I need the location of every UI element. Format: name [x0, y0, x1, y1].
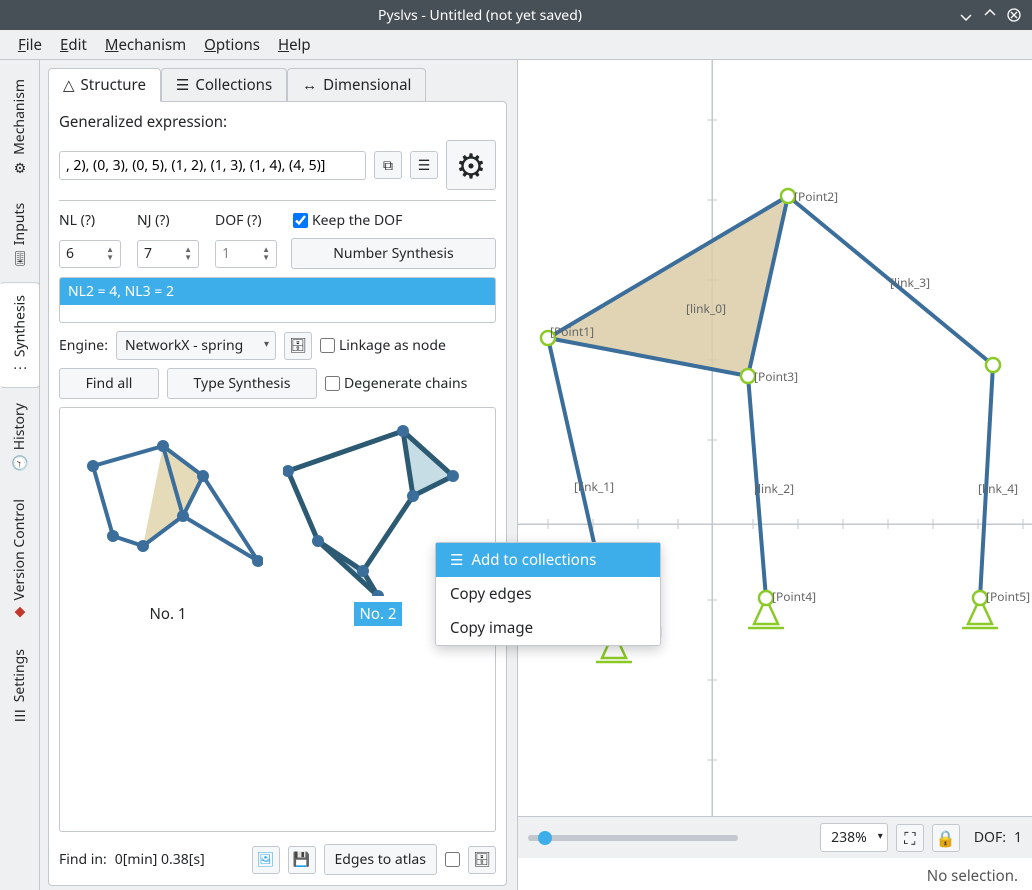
main-canvas[interactable]: /*ticks generated inline below*/	[518, 60, 1032, 890]
label-link0: [link_0]	[686, 300, 726, 317]
label-point2: [Point2]	[794, 188, 838, 205]
list-item[interactable]: NL2 = 4, NL3 = 2	[60, 278, 495, 305]
save-icon[interactable]: 💾	[288, 846, 316, 874]
menu-copy-edges[interactable]: Copy edges	[436, 577, 660, 611]
generalized-label: Generalized expression:	[59, 112, 496, 132]
db-icon-2[interactable]: 🗄	[468, 846, 496, 874]
close-icon[interactable]	[1004, 5, 1024, 25]
label-link1: [link_1]	[574, 478, 614, 495]
synthesis-panel: △ Structure ☰ Collections ↔ Dimensional …	[40, 60, 518, 890]
vtab-settings[interactable]: ☰ Settings	[0, 636, 39, 735]
label-point1: [Point1]	[550, 323, 594, 340]
copy-icon[interactable]: ⧉	[374, 151, 402, 179]
dof-label-synth: DOF (?)	[215, 211, 277, 230]
window-title: Pyslvs - Untitled (not yet saved)	[8, 6, 952, 25]
vertical-tabbar: ⚙ Mechanism 🎚 Inputs ⋮ Synthesis 🕓 Histo…	[0, 60, 40, 890]
stack-icon: ☰	[450, 550, 463, 570]
stack-icon: ☰	[176, 75, 189, 95]
synthesis-result-list[interactable]: NL2 = 4, NL3 = 2	[59, 277, 496, 323]
minimize-icon[interactable]	[956, 5, 976, 25]
menu-edit[interactable]: Edit	[52, 31, 95, 59]
maximize-icon[interactable]	[980, 5, 1000, 25]
dof-label: DOF:	[974, 828, 1006, 847]
zoom-value[interactable]: 238%	[820, 823, 888, 852]
nj-label: NJ (?)	[137, 211, 199, 230]
engine-select[interactable]: NetworkX - spring	[116, 331, 276, 360]
dof-value: 1	[1014, 828, 1022, 847]
context-menu: ☰ Add to collections Copy edges Copy ima…	[435, 542, 661, 646]
menu-copy-image[interactable]: Copy image	[436, 611, 660, 645]
menu-add-to-collections[interactable]: ☰ Add to collections	[436, 543, 660, 577]
vtab-history[interactable]: 🕓 History	[0, 390, 39, 484]
vtab-version-control[interactable]: ◆ Version Control	[0, 486, 39, 634]
menu-file[interactable]: File	[10, 31, 50, 59]
atlas-results: No. 1	[59, 407, 496, 832]
atlas-thumb-1[interactable]: No. 1	[68, 416, 268, 823]
atlas-caption-2: No. 2	[354, 602, 403, 626]
tab-dimensional[interactable]: ↔ Dimensional	[287, 68, 426, 101]
vtab-synthesis[interactable]: ⋮ Synthesis	[0, 282, 40, 388]
image-icon[interactable]: 🖼	[252, 846, 280, 874]
tab-collections[interactable]: ☰ Collections	[161, 68, 287, 101]
menu-options[interactable]: Options	[196, 31, 268, 59]
number-synthesis-button[interactable]: Number Synthesis	[291, 238, 496, 269]
gear-icon[interactable]: ⚙	[446, 140, 496, 190]
nj-spinbox[interactable]: 7▲▼	[137, 240, 199, 268]
keep-dof-checkbox[interactable]: Keep the DOF	[293, 211, 402, 230]
vtab-mechanism[interactable]: ⚙ Mechanism	[0, 66, 39, 188]
nl-spinbox[interactable]: 6▲▼	[59, 240, 121, 268]
atlas-checkbox[interactable]	[445, 852, 460, 867]
stack-btn-icon[interactable]: ☰	[410, 151, 438, 179]
lock-icon[interactable]: 🔒	[932, 824, 960, 852]
nl-label: NL (?)	[59, 211, 121, 230]
find-all-button[interactable]: Find all	[59, 368, 159, 399]
db-icon[interactable]: 🗄	[284, 332, 312, 360]
expression-input[interactable]	[59, 151, 366, 180]
label-point3: [Point3]	[754, 368, 798, 385]
atlas-caption-1: No. 1	[144, 602, 193, 626]
label-link4: [link_4]	[978, 480, 1018, 497]
type-synthesis-button[interactable]: Type Synthesis	[167, 368, 317, 399]
status-noselection: No selection.	[927, 866, 1018, 886]
engine-label: Engine:	[59, 336, 108, 355]
menu-mechanism[interactable]: Mechanism	[97, 31, 194, 59]
degenerate-checkbox[interactable]: Degenerate chains	[325, 374, 467, 393]
label-point5: [Point5]	[986, 588, 1030, 605]
edges-to-atlas-button[interactable]: Edges to atlas	[324, 844, 438, 875]
menu-help[interactable]: Help	[270, 31, 319, 59]
tab-structure[interactable]: △ Structure	[48, 68, 161, 102]
triangle-icon: △	[63, 75, 75, 95]
window-titlebar: Pyslvs - Untitled (not yet saved)	[0, 0, 1032, 30]
findin-value: 0[min] 0.38[s]	[115, 850, 244, 869]
fit-icon[interactable]: ⛶	[896, 824, 924, 852]
label-link2: [link_2]	[754, 480, 794, 497]
dof-spinbox[interactable]: 1▲▼	[215, 240, 277, 268]
label-link3: [link_3]	[890, 274, 930, 291]
vtab-inputs[interactable]: 🎚 Inputs	[0, 190, 39, 280]
linkage-checkbox[interactable]: Linkage as node	[320, 336, 446, 355]
findin-label: Find in:	[59, 850, 107, 869]
zoom-slider[interactable]	[528, 835, 738, 841]
label-point4: [Point4]	[772, 588, 816, 605]
menubar: File Edit Mechanism Options Help	[0, 30, 1032, 60]
dimension-icon: ↔	[302, 75, 317, 95]
